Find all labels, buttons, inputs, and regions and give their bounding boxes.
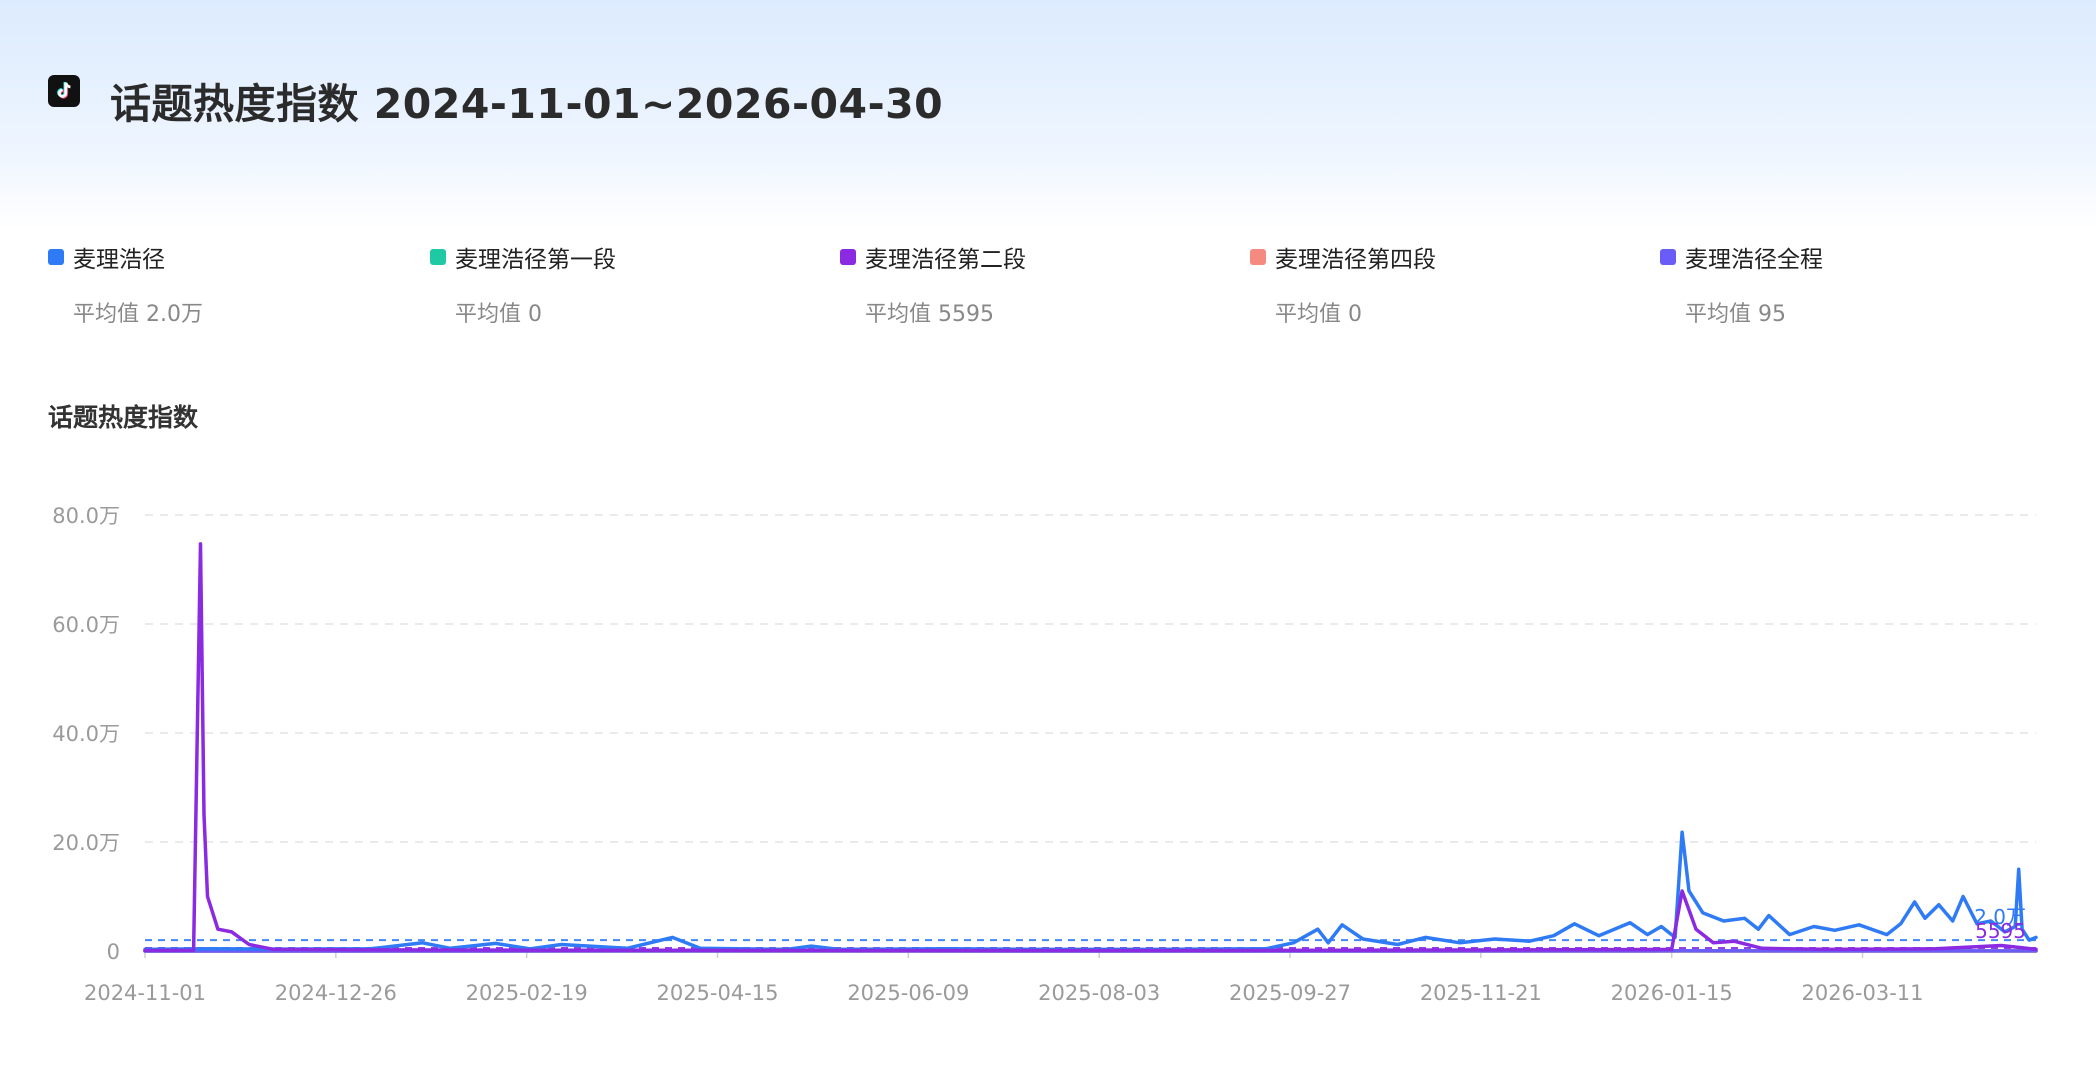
y-tick-label: 80.0万 [52,504,120,528]
x-tick-label: 2025-11-21 [1420,981,1542,1005]
line-chart: 0 20.0万 40.0万 60.0万 80.0万 2024-11-01 2024-12-2… [52,504,2038,1005]
x-tick-label: 2025-04-15 [656,981,778,1005]
y-tick-label: 0 [107,940,120,964]
x-tick-label: 2026-03-11 [1801,981,1923,1005]
y-tick-label: 40.0万 [52,722,120,746]
x-tick-label: 2024-12-26 [275,981,397,1005]
x-tick-label: 2024-11-01 [84,981,206,1005]
y-tick-label: 60.0万 [52,613,120,637]
x-tick-label: 2025-06-09 [847,981,969,1005]
series-line [143,830,2038,952]
x-tick-label: 2025-02-19 [466,981,588,1005]
x-tick-label: 2025-08-03 [1038,981,1160,1005]
x-tick-label: 2026-01-15 [1611,981,1733,1005]
page: 话题热度指数 2024-11-01~2026-04-30 麦理浩径 平均值 2.… [0,0,2096,1068]
average-value-label: 5595 [1975,919,2026,943]
x-tick-label: 2025-09-27 [1229,981,1351,1005]
y-tick-label: 20.0万 [52,831,120,855]
series-line [143,542,2038,953]
